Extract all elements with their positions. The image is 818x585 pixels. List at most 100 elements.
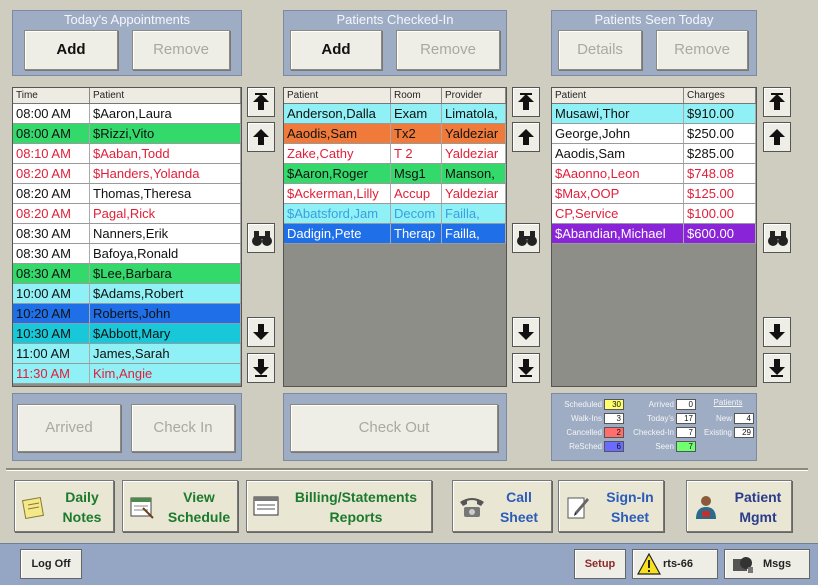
remove-appointment-button[interactable]: Remove xyxy=(132,30,230,70)
messages-button[interactable]: Msgs xyxy=(724,549,810,579)
stat-seen: Seen 7 xyxy=(626,441,696,452)
scroll-top-button[interactable] xyxy=(763,87,791,117)
scroll-down-button[interactable] xyxy=(512,317,540,347)
cell-charges: $285.00 xyxy=(684,144,756,163)
stat-label: Checked-In xyxy=(633,428,674,437)
column-header-room[interactable]: Room xyxy=(391,88,442,103)
scroll-top-button[interactable] xyxy=(512,87,540,117)
cell-charges: $748.08 xyxy=(684,164,756,183)
column-header-charges[interactable]: Charges xyxy=(684,88,756,103)
seen-today-row[interactable]: $Max,OOP $125.00 xyxy=(552,184,756,204)
setup-button[interactable]: Setup xyxy=(574,549,626,579)
cell-room: Msg1 xyxy=(391,164,442,183)
checked-in-row[interactable]: Dadigin,Pete Therap Failla, xyxy=(284,224,506,244)
appointment-row[interactable]: 08:20 AM $Handers,Yolanda xyxy=(13,164,241,184)
column-header-patient[interactable]: Patient xyxy=(284,88,391,103)
sign-in-sheet-button[interactable]: Sign-In Sheet xyxy=(558,480,664,532)
checked-in-row[interactable]: Aaodis,Sam Tx2 Yaldeziar xyxy=(284,124,506,144)
appointment-row[interactable]: 08:10 AM $Aaban,Todd xyxy=(13,144,241,164)
cell-provider: Yaldeziar xyxy=(442,184,506,203)
billing-reports-button[interactable]: Billing/Statements Reports xyxy=(246,480,432,532)
appointment-row[interactable]: 08:00 AM $Rizzi,Vito xyxy=(13,124,241,144)
checked-in-row[interactable]: $Aaron,Roger Msg1 Manson, xyxy=(284,164,506,184)
call-sheet-button[interactable]: Call Sheet xyxy=(452,480,552,532)
scroll-bottom-button[interactable] xyxy=(247,353,275,383)
alerts-button[interactable]: rts-66 xyxy=(632,549,718,579)
column-header-patient[interactable]: Patient xyxy=(90,88,241,103)
cell-patient: George,John xyxy=(552,124,684,143)
appointment-row[interactable]: 08:30 AM Bafoya,Ronald xyxy=(13,244,241,264)
checked-in-row[interactable]: $Ackerman,Lilly Accup Yaldeziar xyxy=(284,184,506,204)
cell-provider: Manson, xyxy=(442,164,506,183)
find-button[interactable] xyxy=(512,223,540,253)
scroll-up-button[interactable] xyxy=(247,122,275,152)
checked-in-row[interactable]: Zake,Cathy T 2 Yaldeziar xyxy=(284,144,506,164)
patient-management-button[interactable]: Patient Mgmt xyxy=(686,480,792,532)
find-button[interactable] xyxy=(763,223,791,253)
column-header-patient[interactable]: Patient xyxy=(552,88,684,103)
find-button[interactable] xyxy=(247,223,275,253)
seen-today-row[interactable]: George,John $250.00 xyxy=(552,124,756,144)
up-arrow-icon xyxy=(253,129,269,145)
binoculars-icon xyxy=(517,231,537,246)
arrived-button[interactable]: Arrived xyxy=(17,404,121,452)
seen-today-row[interactable]: Musawi,Thor $910.00 xyxy=(552,104,756,124)
cell-room: Accup xyxy=(391,184,442,203)
checked-in-row[interactable]: Anderson,Dalla Exam Limatola, xyxy=(284,104,506,124)
daily-notes-button[interactable]: Daily Notes xyxy=(14,480,114,532)
details-button[interactable]: Details xyxy=(558,30,642,70)
daily-notes-label-line1: Daily xyxy=(65,489,99,505)
stat-value: 30 xyxy=(604,399,624,410)
scroll-down-button[interactable] xyxy=(247,317,275,347)
seen-today-table-header: Patient Charges xyxy=(552,88,756,104)
appointment-row[interactable]: 08:00 AM $Aaron,Laura xyxy=(13,104,241,124)
stat-value: 4 xyxy=(734,413,754,424)
stat-label: Cancelled xyxy=(566,428,602,437)
seen-today-table[interactable]: Patient Charges Musawi,Thor $910.00 George… xyxy=(551,87,757,387)
seen-today-row[interactable]: $Aaonno,Leon $748.08 xyxy=(552,164,756,184)
appointment-row[interactable]: 08:30 AM $Lee,Barbara xyxy=(13,264,241,284)
double-down-arrow-icon xyxy=(769,359,785,377)
binoculars-icon xyxy=(768,231,788,246)
column-header-provider[interactable]: Provider xyxy=(442,88,506,103)
column-header-time[interactable]: Time xyxy=(13,88,90,103)
view-schedule-button[interactable]: View Schedule xyxy=(122,480,238,532)
seen-today-row[interactable]: $Abandian,Michael $600.00 xyxy=(552,224,756,244)
check-out-button[interactable]: Check Out xyxy=(290,404,498,452)
scroll-up-button[interactable] xyxy=(763,122,791,152)
scroll-down-button[interactable] xyxy=(763,317,791,347)
cell-patient: Thomas,Theresa xyxy=(90,184,241,203)
appointment-row[interactable]: 08:30 AM Nanners,Erik xyxy=(13,224,241,244)
cell-patient: $Abatsford,Jam xyxy=(284,204,391,223)
appointment-row[interactable]: 10:00 AM $Adams,Robert xyxy=(13,284,241,304)
add-appointment-button[interactable]: Add xyxy=(24,30,118,70)
cell-time: 08:30 AM xyxy=(13,224,90,243)
telephone-icon xyxy=(460,498,484,517)
cell-time: 08:30 AM xyxy=(13,264,90,283)
scroll-top-button[interactable] xyxy=(247,87,275,117)
scroll-up-button[interactable] xyxy=(512,122,540,152)
appointments-table[interactable]: Time Patient 08:00 AM $Aaron,Laura 08:00 A… xyxy=(12,87,242,387)
checked-in-row[interactable]: $Abatsford,Jam Decom Failla, xyxy=(284,204,506,224)
daily-notes-label-line2: Notes xyxy=(62,509,102,525)
seen-today-row[interactable]: Aaodis,Sam $285.00 xyxy=(552,144,756,164)
appointment-row[interactable]: 10:30 AM $Abbott,Mary xyxy=(13,324,241,344)
log-off-button[interactable]: Log Off xyxy=(20,549,82,579)
seen-today-row[interactable]: CP,Service $100.00 xyxy=(552,204,756,224)
scroll-bottom-button[interactable] xyxy=(763,353,791,383)
remove-seen-button[interactable]: Remove xyxy=(656,30,748,70)
appointment-row[interactable]: 08:20 AM Pagal,Rick xyxy=(13,204,241,224)
cell-patient: CP,Service xyxy=(552,204,684,223)
appointment-row[interactable]: 08:20 AM Thomas,Theresa xyxy=(13,184,241,204)
stat-label: Today's xyxy=(647,414,674,423)
add-checkin-button[interactable]: Add xyxy=(290,30,382,70)
checked-in-table[interactable]: Patient Room Provider Anderson,Dalla Exam… xyxy=(283,87,507,387)
cell-patient: James,Sarah xyxy=(90,344,241,363)
check-in-button[interactable]: Check In xyxy=(131,404,235,452)
appointment-row[interactable]: 11:00 AM James,Sarah xyxy=(13,344,241,364)
appointment-row[interactable]: 11:30 AM Kim,Angie xyxy=(13,364,241,384)
stat-scheduled: Scheduled 30 xyxy=(552,399,624,410)
scroll-bottom-button[interactable] xyxy=(512,353,540,383)
appointment-row[interactable]: 10:20 AM Roberts,John xyxy=(13,304,241,324)
remove-checkin-button[interactable]: Remove xyxy=(396,30,500,70)
